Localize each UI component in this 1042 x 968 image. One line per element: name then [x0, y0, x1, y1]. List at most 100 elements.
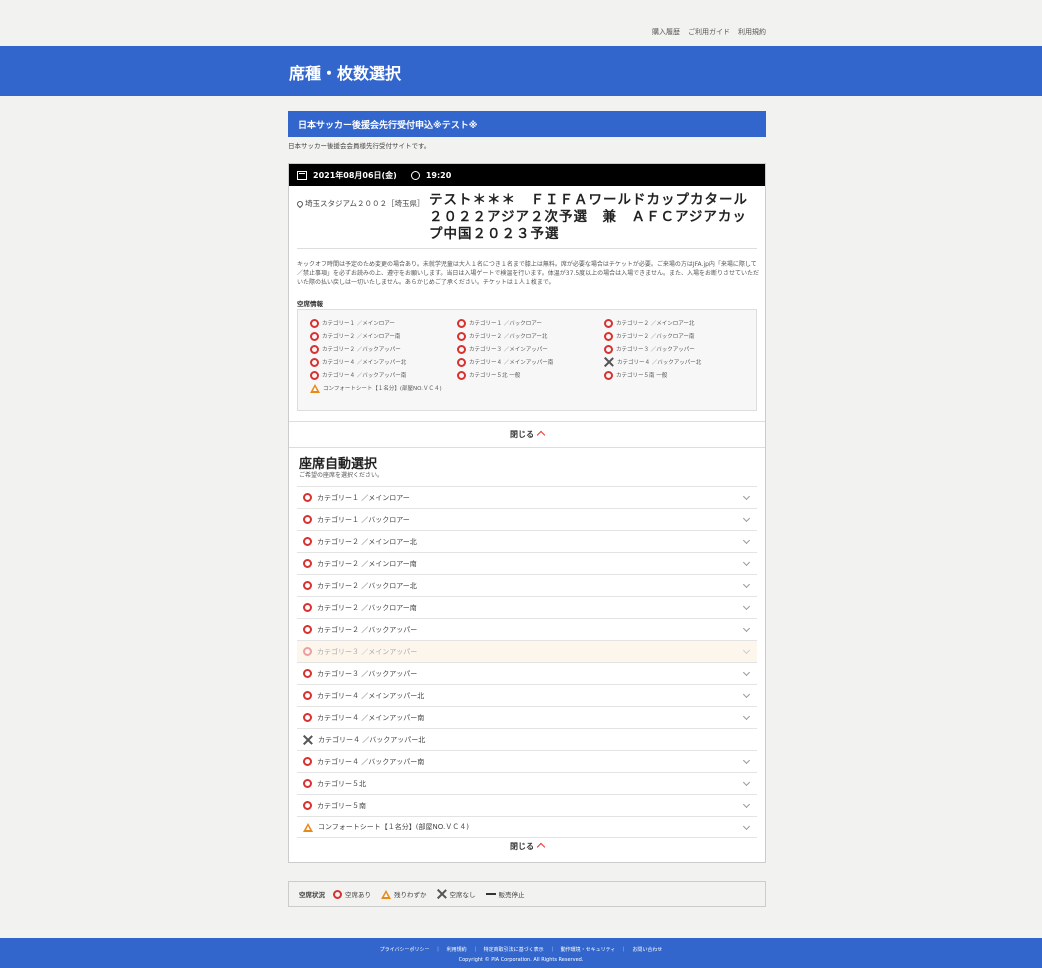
- seat-info-label: カテゴリー２ ／バックアッパー: [322, 347, 401, 353]
- divider: [297, 248, 757, 249]
- close-label: 閉じる: [510, 842, 534, 851]
- available-circle-icon: [303, 801, 312, 810]
- available-circle-icon: [310, 318, 319, 328]
- seat-category-row[interactable]: カテゴリー２ ／メインロアー南: [297, 552, 757, 574]
- seat-info-label: カテゴリー２ ／メインロアー南: [322, 334, 401, 340]
- seat-info-label: カテゴリー４ ／バックアッパー北: [617, 360, 702, 366]
- event-time: 19:20: [425, 170, 452, 180]
- user-guide-link[interactable]: ご利用ガイド: [688, 27, 730, 37]
- available-circle-icon: [303, 493, 312, 502]
- sold-out-cross-icon: [604, 357, 614, 367]
- date-bar: 2021年08月06日(金) 19:20: [289, 164, 765, 186]
- seat-info-item: カテゴリー２ ／バックアッパー: [310, 344, 457, 354]
- chevron-down-icon: [742, 712, 751, 721]
- top-bar: 購入履歴 ご利用ガイド 利用規約: [0, 0, 1042, 46]
- footer-separator: ｜: [621, 947, 627, 953]
- footer-separator: ｜: [472, 947, 478, 953]
- seat-category-label: カテゴリー４ ／バックアッパー北: [318, 735, 426, 744]
- seat-category-row[interactable]: カテゴリー２ ／バックロアー北: [297, 574, 757, 596]
- purchase-history-link[interactable]: 購入履歴: [652, 27, 680, 37]
- available-circle-icon: [303, 625, 312, 634]
- seat-category-row[interactable]: カテゴリー２ ／メインロアー北: [297, 530, 757, 552]
- seat-info-item: カテゴリー１ ／バックロアー: [457, 318, 604, 328]
- available-circle-icon: [303, 515, 312, 524]
- available-circle-icon: [604, 370, 613, 380]
- seat-info-label: カテゴリー４ ／バックアッパー南: [322, 373, 407, 379]
- chevron-down-icon: [742, 668, 751, 677]
- legend-label: 空席状況: [299, 891, 325, 899]
- footer-link[interactable]: 動作環境・セキュリティ: [561, 947, 616, 953]
- divider: [289, 421, 765, 422]
- legend-item: 残りわずか: [381, 889, 427, 899]
- available-circle-icon: [457, 357, 466, 367]
- seat-category-label: カテゴリー４ ／メインアッパー南: [317, 713, 425, 722]
- available-circle-icon: [303, 603, 312, 612]
- chevron-down-icon: [742, 646, 751, 655]
- venue: 埼玉スタジアム２００２［埼玉県］: [295, 198, 425, 209]
- seat-info-label: コンフォートシート【１名分】(部屋NO.ＶＣ４): [323, 386, 442, 392]
- seat-info-item: カテゴリー４ ／バックアッパー北: [604, 357, 751, 367]
- seat-category-label: カテゴリー２ ／バックロアー北: [317, 581, 417, 590]
- seat-category-row[interactable]: カテゴリー４ ／バックアッパー南: [297, 750, 757, 772]
- seat-category-row[interactable]: カテゴリー４ ／バックアッパー北: [297, 728, 757, 750]
- seat-info-label: 空席情報: [297, 300, 323, 308]
- seat-category-row[interactable]: カテゴリー３ ／バックアッパー: [297, 662, 757, 684]
- close-seat-info-button[interactable]: 閉じる: [289, 429, 765, 440]
- footer-link[interactable]: お問い合わせ: [632, 947, 662, 953]
- legend-item: 空席なし: [437, 889, 476, 899]
- page-header: 席種・枚数選択: [0, 46, 1042, 96]
- seat-info-label: カテゴリー５南 一般: [616, 373, 668, 379]
- chevron-down-icon: [742, 778, 751, 787]
- seat-category-row[interactable]: カテゴリー５南: [297, 794, 757, 816]
- seat-category-row[interactable]: カテゴリー３ ／メインアッパー: [297, 640, 757, 662]
- seat-info-label: カテゴリー１ ／バックロアー: [469, 321, 542, 327]
- chevron-down-icon: [742, 536, 751, 545]
- seat-info-item: カテゴリー４ ／バックアッパー南: [310, 370, 457, 380]
- seat-info-label: カテゴリー２ ／バックロアー北: [469, 334, 548, 340]
- venue-name: 埼玉スタジアム２００２［埼玉県］: [305, 199, 425, 208]
- available-circle-icon: [303, 581, 312, 590]
- seat-category-row[interactable]: カテゴリー２ ／バックアッパー: [297, 618, 757, 640]
- chevron-down-icon: [742, 514, 751, 523]
- seat-category-label: カテゴリー５南: [317, 801, 366, 810]
- available-circle-icon: [303, 779, 312, 788]
- footer-links: プライバシーポリシー ｜ 利用規約 ｜ 特定商取引法に基づく表示 ｜ 動作環境・セキュリティ…: [0, 946, 1042, 953]
- seat-info-label: カテゴリー３ ／バックアッパー: [616, 347, 695, 353]
- legend-item-label: 残りわずか: [394, 891, 427, 899]
- available-circle-icon: [604, 331, 613, 341]
- auto-select-subtitle: ご希望の座席を選択ください。: [299, 472, 384, 479]
- seat-category-row[interactable]: コンフォートシート【１名分】(部屋NO.ＶＣ４): [297, 816, 757, 838]
- seat-info-item: カテゴリー４ ／メインアッパー北: [310, 357, 457, 367]
- seat-info-label: カテゴリー４ ／メインアッパー北: [322, 360, 407, 366]
- seat-category-label: カテゴリー２ ／メインロアー南: [317, 559, 417, 568]
- footer-link[interactable]: 利用規約: [447, 947, 467, 953]
- seat-category-label: カテゴリー５北: [317, 779, 366, 788]
- available-circle-icon: [310, 331, 319, 341]
- few-left-triangle-icon: [310, 383, 320, 393]
- event-header: 日本サッカー後援会先行受付申込※テスト※: [288, 111, 766, 137]
- seat-category-row[interactable]: カテゴリー１ ／メインロアー: [297, 486, 757, 508]
- footer-link[interactable]: プライバシーポリシー: [380, 947, 430, 953]
- terms-link[interactable]: 利用規約: [738, 27, 766, 37]
- available-circle-icon: [303, 757, 312, 766]
- seat-category-row[interactable]: カテゴリー４ ／メインアッパー北: [297, 684, 757, 706]
- seat-category-label: カテゴリー１ ／メインロアー: [317, 493, 410, 502]
- seat-category-row[interactable]: カテゴリー５北: [297, 772, 757, 794]
- seat-info-box: カテゴリー１ ／メインロアー カテゴリー１ ／バックロアー カテゴリー２ ／メインロ…: [297, 309, 757, 411]
- available-circle-icon: [303, 647, 312, 656]
- close-auto-select-button[interactable]: 閉じる: [289, 841, 765, 852]
- seat-category-row[interactable]: カテゴリー４ ／メインアッパー南: [297, 706, 757, 728]
- event-notes: キックオフ時間は予定のため変更の場合あり。未就学児童は大人１名につき１名まで膝上…: [297, 261, 759, 286]
- seat-category-label: カテゴリー４ ／メインアッパー北: [317, 691, 425, 700]
- seat-category-label: カテゴリー２ ／バックアッパー: [317, 625, 418, 634]
- seat-category-row[interactable]: カテゴリー１ ／バックロアー: [297, 508, 757, 530]
- footer-link[interactable]: 特定商取引法に基づく表示: [484, 947, 544, 953]
- legend-item: 販売停止: [485, 889, 525, 899]
- available-circle-icon: [604, 344, 613, 354]
- calendar-icon: [297, 170, 307, 180]
- availability-legend: 空席状況 空席あり 残りわずか 空席なし 販売停止: [288, 881, 766, 907]
- chevron-down-icon: [742, 822, 751, 831]
- seat-info-label: カテゴリー４ ／メインアッパー南: [469, 360, 554, 366]
- seat-category-row[interactable]: カテゴリー２ ／バックロアー南: [297, 596, 757, 618]
- available-circle-icon: [457, 331, 466, 341]
